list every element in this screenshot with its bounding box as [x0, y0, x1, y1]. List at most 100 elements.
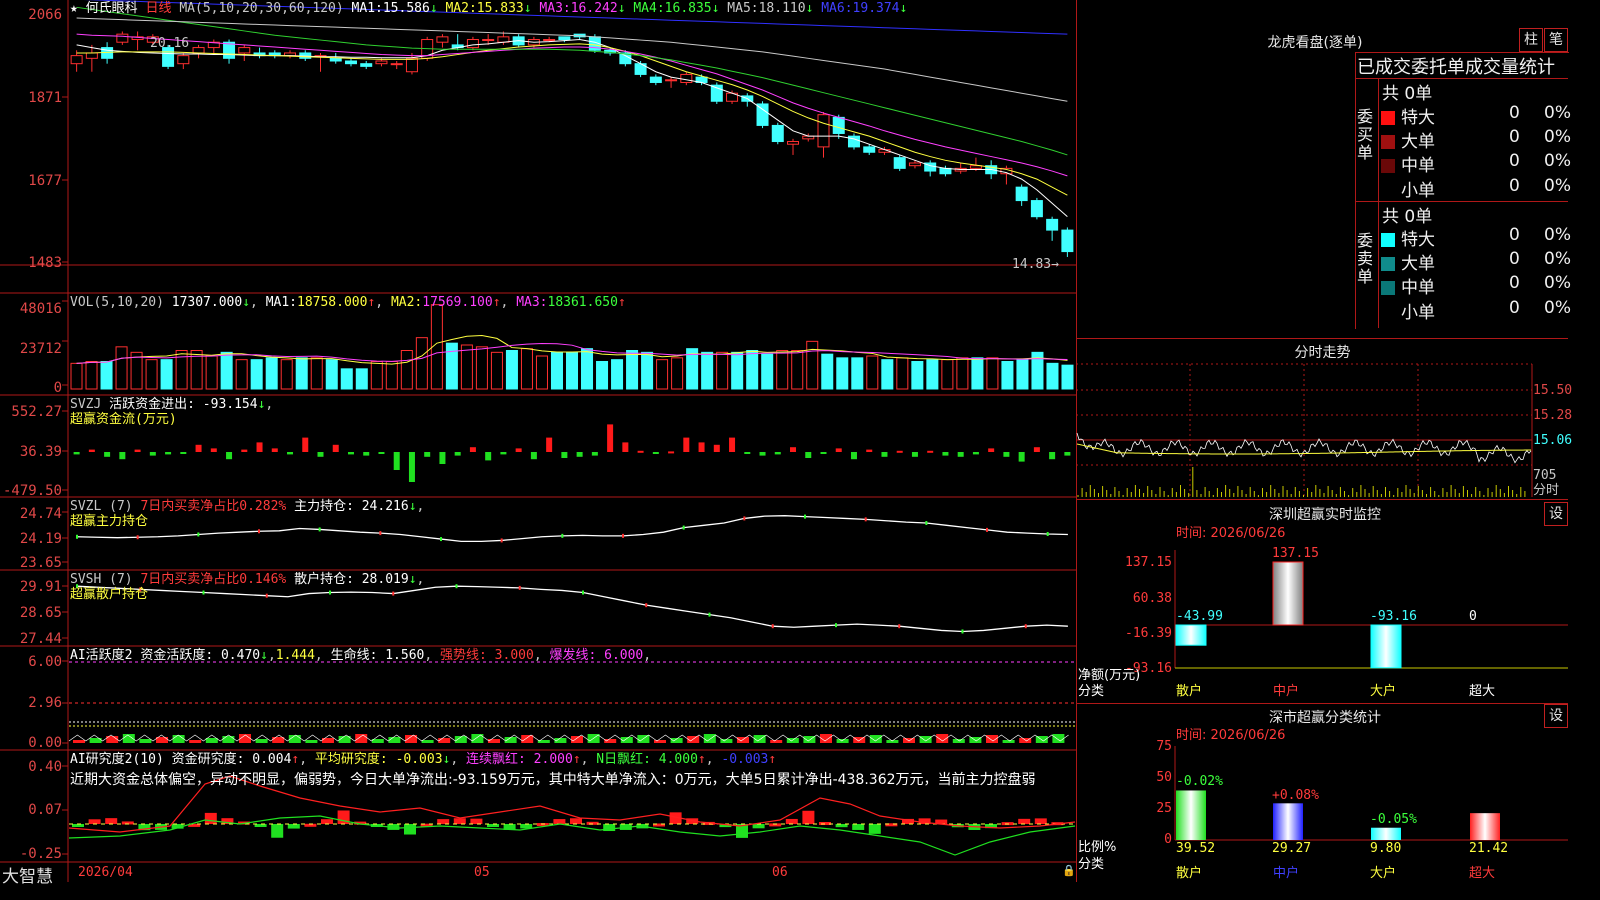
svzl-y-tick: 23.65: [19, 555, 62, 571]
volume-bar: [160, 359, 173, 390]
retail-holding-line-tick: [834, 623, 837, 628]
candle-body: [1030, 200, 1043, 218]
cls-settings-button[interactable]: 设: [1544, 704, 1568, 728]
activity-bar: [189, 740, 202, 743]
sz-bar-value: 137.15: [1272, 546, 1319, 561]
fund-flow-bar: [515, 448, 522, 452]
fund-flow-bar: [195, 444, 202, 452]
ma1-arrow: ↓: [429, 1, 438, 16]
volume-bar: [926, 359, 939, 390]
cls-y-tick: 75: [1156, 739, 1172, 754]
volume-bar: [220, 351, 233, 390]
volume-bar: [581, 348, 594, 390]
cls-y-tick: 50: [1156, 770, 1172, 785]
fund-flow-bar: [271, 448, 278, 452]
retail-holding-line-tick: [898, 624, 901, 629]
fund-flow-bar: [256, 442, 263, 452]
vol-ma3-arrow: ↑: [617, 295, 626, 310]
fund-flow-bar: [561, 452, 568, 458]
sell-row-name: 中单: [1401, 278, 1435, 298]
lock-icon[interactable]: 🔒: [1062, 864, 1076, 877]
fund-flow-bar: [881, 452, 888, 457]
buy-row-pct: 0%: [1544, 127, 1571, 147]
sz-settings-button[interactable]: 设: [1544, 502, 1568, 526]
cls-top-label: -0.05%: [1370, 812, 1417, 827]
fund-flow-bar: [424, 452, 431, 457]
fund-flow-bar: [454, 452, 461, 456]
retail-holding-line-tick: [392, 591, 395, 596]
fund-flow-bar: [729, 437, 736, 452]
volume-bar: [445, 342, 458, 390]
period-label[interactable]: 日线: [146, 1, 172, 16]
vol-ma2-name: MA2:: [390, 295, 423, 310]
fund-flow-bar: [927, 450, 934, 453]
main-holding-line-tick: [258, 529, 261, 534]
activity-bar: [272, 737, 285, 743]
research-bar: [553, 819, 566, 824]
volume-bar: [791, 350, 804, 390]
order-stats-title[interactable]: 已成交委托单成交量统计: [1357, 53, 1568, 79]
activity-bar: [172, 735, 185, 743]
fund-flow-bar: [942, 452, 949, 456]
ai2-y-tick: 0.07: [28, 802, 62, 818]
candle-body: [329, 57, 342, 62]
research-bar: [752, 824, 765, 829]
ma2-value: 15.833: [476, 1, 524, 16]
tick-mode-button[interactable]: 笔: [1544, 28, 1568, 52]
volume-bar: [415, 337, 428, 390]
sell-row: 大单 0 0%: [1381, 249, 1571, 274]
fund-flow-bar: [1049, 452, 1056, 460]
fund-flow-bar: [652, 452, 659, 454]
ai2-avg-arrow: ↓: [442, 752, 451, 767]
ma5-value: 18.110: [758, 1, 806, 16]
activity-bar: [438, 738, 451, 743]
vol-y-tick: 0: [53, 380, 62, 396]
cls-cat: 散户: [1176, 866, 1203, 881]
cls-title: 深市超赢分类统计: [1269, 710, 1381, 726]
vol-ma2-value: 17569.100: [422, 295, 493, 310]
research-bar: [204, 812, 217, 824]
candle-body: [344, 60, 357, 65]
fund-flow-bar: [698, 442, 705, 452]
main-holding-line-tick: [622, 533, 625, 538]
volume-bar: [265, 357, 278, 390]
candle-body: [375, 60, 388, 65]
sz-y-tick: 137.15: [1125, 555, 1172, 570]
ma5-arrow: ↓: [805, 1, 814, 16]
fund-flow-bar: [790, 447, 797, 452]
cls-axis-label: 比例%: [1078, 840, 1117, 855]
volume-bar: [250, 359, 263, 390]
svsh-subtitle: 超赢散户持仓: [70, 587, 149, 602]
fund-flow-bar: [774, 452, 781, 455]
sell-row-pct: 0%: [1544, 249, 1571, 269]
ai1-value: 0.470: [220, 648, 261, 663]
ma-line: [76, 43, 1068, 196]
cls-y-tick: 0: [1164, 832, 1172, 847]
research-bar: [1034, 818, 1047, 824]
svsh-arrow: ↓: [408, 572, 417, 587]
volume-bar: [280, 359, 293, 390]
buy-row-name: 小单: [1401, 181, 1435, 201]
research-bar: [868, 824, 881, 834]
volume-bar: [896, 357, 909, 390]
sz-time: 时间: 2026/06/26: [1176, 526, 1286, 541]
fund-flow-bar: [744, 452, 751, 454]
svsh-header: SVSH (7) 7日内买卖净占比0.146% 散户持仓: 28.019↓,: [70, 572, 425, 587]
main-holding-line-tick: [986, 527, 989, 532]
main-holding-line-tick: [318, 527, 321, 532]
volume-bar: [821, 353, 834, 390]
candle-body: [787, 141, 800, 145]
svzl-y-tick: 24.74: [19, 506, 62, 522]
chart-canvas[interactable]: [0, 0, 1076, 882]
retail-holding-line-tick: [771, 624, 774, 629]
sell-row-pct: 0%: [1544, 225, 1571, 245]
bar-mode-button[interactable]: 柱: [1519, 28, 1543, 52]
fund-flow-bar: [134, 449, 141, 452]
buy-row-count: 0: [1509, 151, 1520, 171]
candle-body: [649, 76, 662, 83]
ma4-name: MA4:: [633, 1, 665, 16]
vol-arrow: ↓: [242, 295, 251, 310]
candle-body: [70, 55, 83, 65]
favorite-star-icon[interactable]: ★: [70, 1, 78, 16]
volume-bar: [806, 340, 819, 390]
